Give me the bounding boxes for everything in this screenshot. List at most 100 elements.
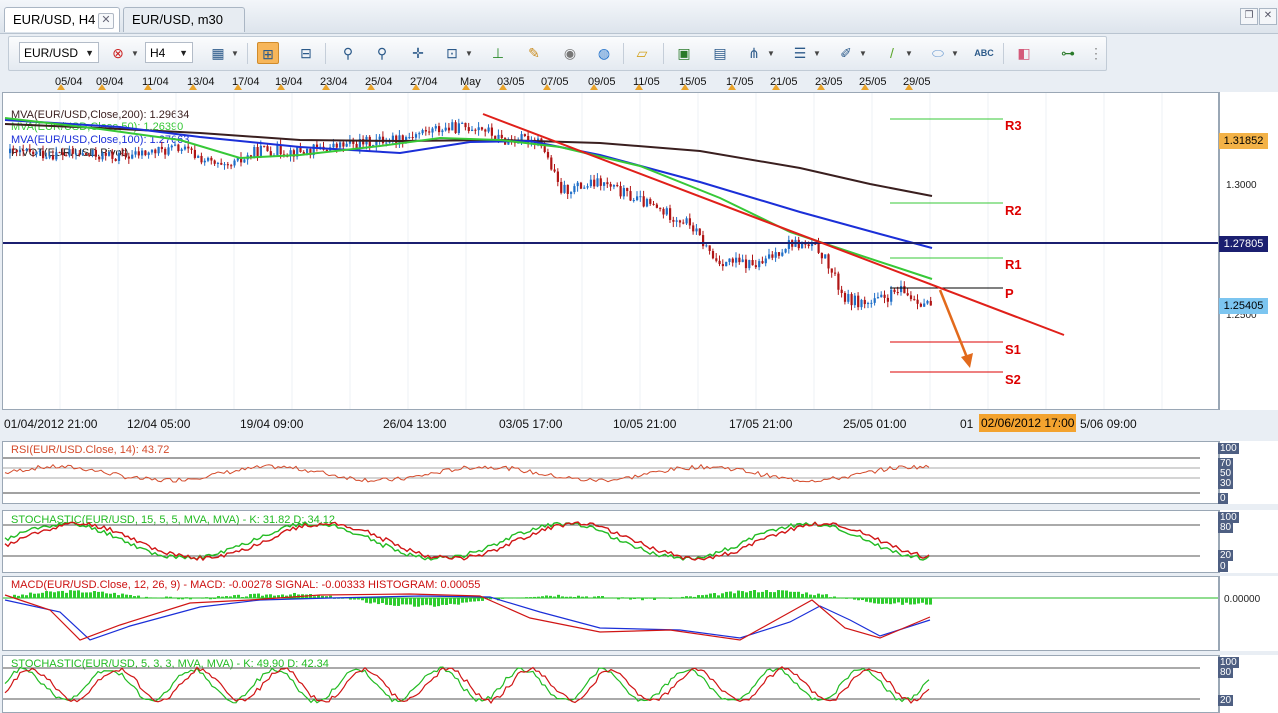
candle-body (177, 144, 180, 151)
candle-body (619, 186, 622, 197)
macd-histogram-bar (385, 598, 388, 605)
candle-body (342, 142, 345, 147)
candle-body (48, 155, 51, 158)
macd-histogram-bar (641, 598, 644, 601)
candle-body (438, 126, 441, 133)
candle-body (256, 147, 259, 157)
candle-body (876, 297, 880, 299)
rsi-level-label: 100 (1218, 443, 1239, 454)
candle-body (563, 184, 566, 193)
candle-body (553, 169, 556, 172)
candle-body (411, 137, 414, 139)
candle-body (42, 150, 45, 159)
candle-body (38, 150, 41, 152)
macd-histogram-bar (817, 593, 820, 598)
candle-body (134, 151, 137, 155)
candle-body (424, 130, 427, 132)
macd-histogram-bar (241, 597, 244, 598)
macd-histogram-bar (413, 598, 416, 607)
candle-body (801, 243, 804, 249)
candle-body (639, 196, 642, 198)
candle-body (253, 147, 256, 157)
macd-histogram-bar (57, 591, 60, 598)
candle-body (183, 146, 187, 150)
arrow-head-icon (961, 353, 973, 368)
candle-body (213, 160, 216, 164)
candle-body (606, 182, 609, 185)
candle-body (385, 142, 388, 144)
candle-body (570, 192, 573, 194)
candle-body (421, 130, 424, 134)
candle-body (550, 157, 553, 170)
macd-histogram-bar (269, 594, 272, 598)
candle-body (233, 160, 236, 166)
macd-histogram-bar (105, 593, 108, 598)
candle-body (662, 208, 665, 215)
candle-body (751, 260, 754, 266)
macd-histogram-bar (489, 598, 492, 600)
macd-histogram-bar (253, 593, 256, 598)
candle-body (576, 182, 579, 187)
candle-body (484, 129, 487, 132)
candle-body (88, 154, 91, 156)
date-marker-icon (772, 84, 780, 90)
candle-body (457, 123, 460, 134)
candle-body (68, 149, 71, 156)
macd-histogram-bar (629, 598, 632, 600)
macd-histogram-bar (77, 590, 80, 598)
macd-histogram-bar (529, 597, 532, 598)
candle-body (725, 262, 728, 267)
rsi-line (4, 463, 930, 483)
candle-body (698, 228, 701, 236)
macd-histogram-bar (313, 596, 316, 598)
macd-histogram-bar (565, 596, 568, 598)
macd-histogram-bar (733, 593, 736, 598)
macd-histogram-bar (621, 597, 624, 598)
stochastic-2-level-label: 20 (1218, 695, 1234, 706)
candle-body (428, 131, 431, 133)
candle-body (593, 179, 596, 187)
macd-histogram-bar (433, 598, 436, 607)
candle-body (867, 303, 870, 305)
candle-body (75, 153, 78, 155)
date-marker-icon (635, 84, 643, 90)
candle-body (94, 149, 97, 157)
candle-body (909, 295, 913, 300)
macd-histogram-bar (633, 598, 636, 600)
macd-histogram-bar (557, 594, 560, 598)
candle-body (626, 188, 629, 192)
candle-body (629, 191, 632, 201)
candle-body (543, 146, 546, 153)
macd-histogram-bar (265, 594, 268, 598)
macd-histogram-bar (101, 591, 104, 598)
candle-body (114, 158, 117, 161)
candle-body (784, 248, 787, 253)
candle-body (477, 127, 480, 131)
candle-body (127, 156, 130, 159)
date-marker-icon (277, 84, 285, 90)
macd-histogram-bar (49, 591, 52, 598)
macd-histogram-bar (405, 598, 408, 605)
candle-body (596, 178, 599, 187)
date-marker-icon (681, 84, 689, 90)
macd-histogram-bar (217, 596, 220, 598)
candle-body (434, 126, 437, 129)
candle-body (167, 147, 170, 155)
macd-histogram-bar (857, 598, 860, 601)
macd-histogram-bar (381, 598, 384, 604)
candle-body (850, 294, 853, 306)
candle-body (695, 228, 698, 232)
candle-body (51, 155, 55, 160)
rsi-level-label: 0 (1218, 493, 1228, 504)
macd-histogram-bar (429, 598, 432, 606)
candle-body (467, 127, 470, 132)
candle-body (131, 154, 134, 159)
candle-body (890, 289, 893, 302)
candle-body (685, 218, 688, 224)
date-marker-icon (367, 84, 375, 90)
rsi-level-label: 30 (1218, 478, 1234, 489)
macd-histogram-bar (261, 595, 264, 598)
macd-histogram-bar (749, 590, 752, 598)
macd-histogram-bar (581, 596, 584, 598)
macd-histogram-bar (353, 598, 356, 600)
